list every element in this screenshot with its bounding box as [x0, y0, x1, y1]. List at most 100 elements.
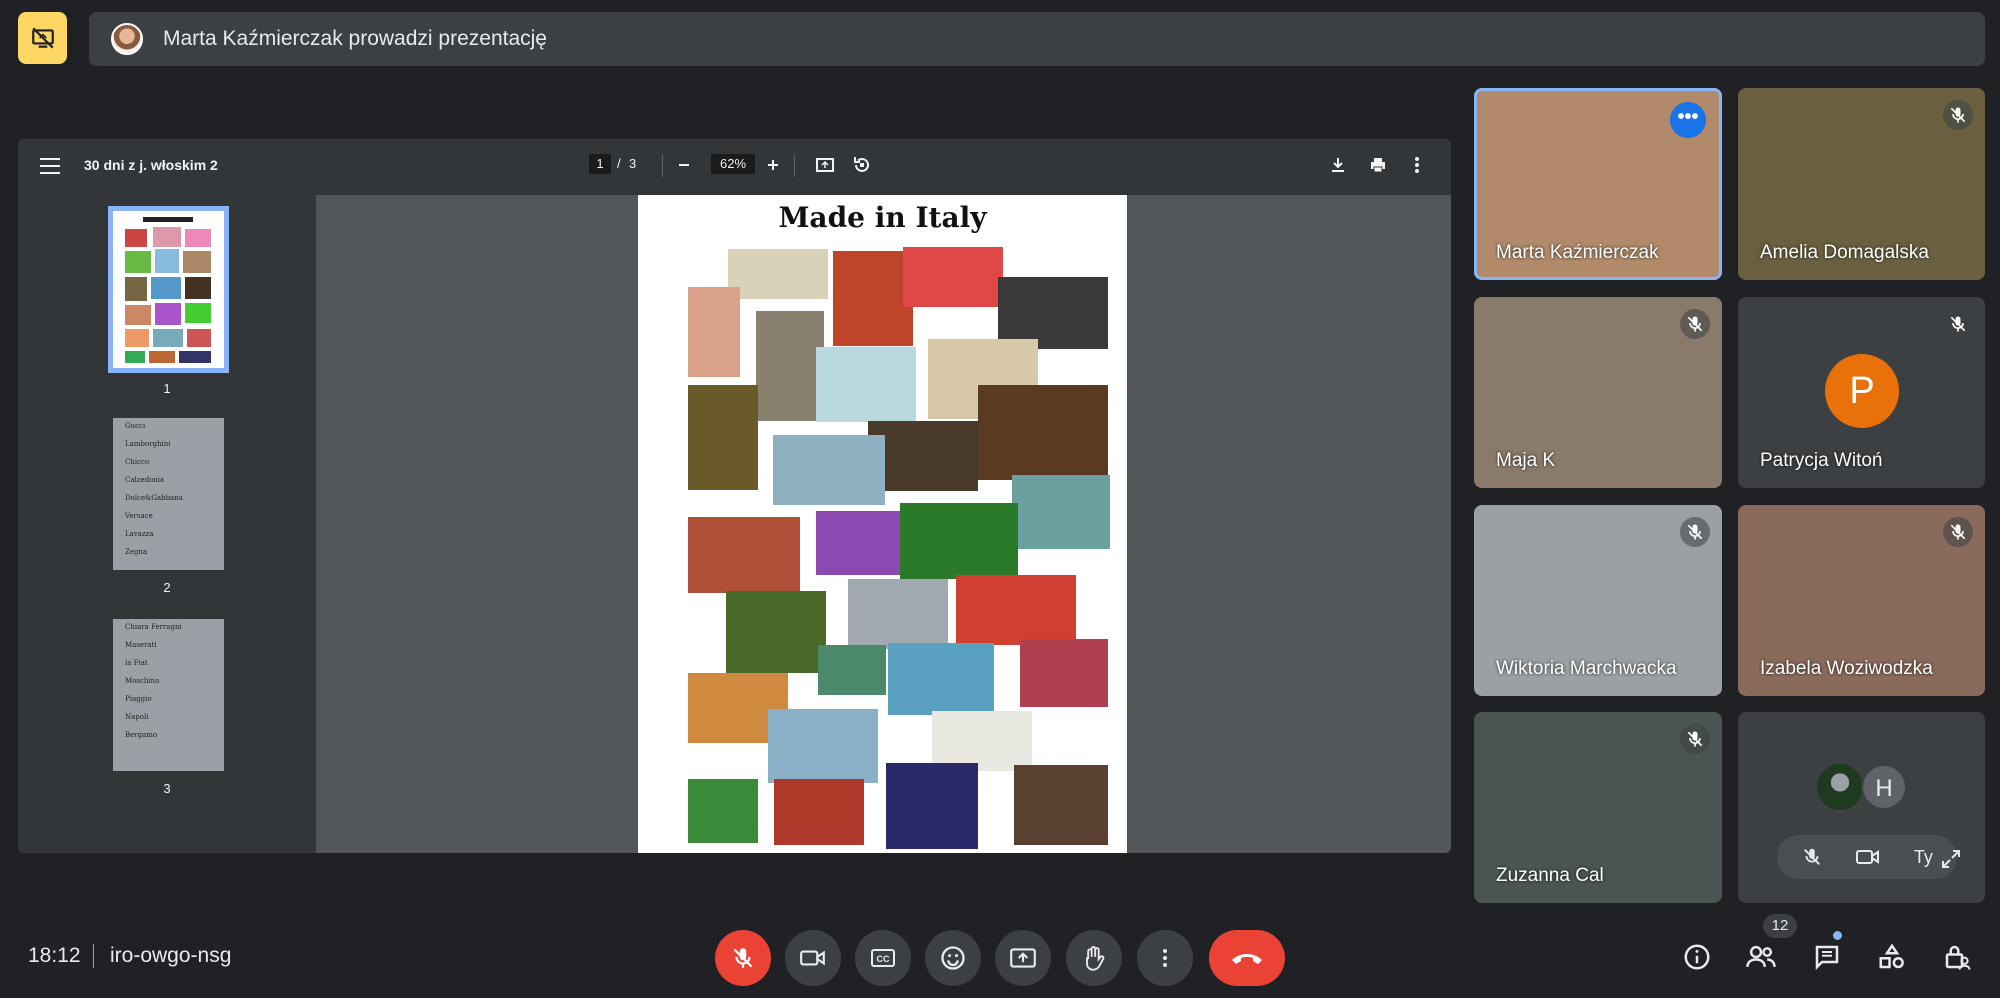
host-controls-button[interactable]: [1940, 940, 1974, 974]
thumbnail-page-2[interactable]: Gucci Lamborghini Chicco Calzedonia Dolc…: [113, 418, 224, 570]
self-tile[interactable]: H Ty: [1738, 712, 1985, 903]
thumbnail-text: Lavazza: [125, 530, 154, 538]
more-options-icon[interactable]: •••: [1670, 102, 1706, 138]
mic-off-icon: [1680, 724, 1710, 754]
thumbnail-text: la Fiat: [125, 659, 148, 667]
mic-off-icon: [1943, 517, 1973, 547]
participant-name: Izabela Woziwodzka: [1760, 658, 1933, 679]
thumbnail-text: Versace: [125, 512, 153, 520]
thumbnail-text: Dolce&Gabbana: [125, 494, 183, 502]
print-icon[interactable]: [1366, 153, 1390, 177]
mic-toggle-button[interactable]: [715, 930, 771, 986]
captions-icon: CC: [869, 946, 897, 970]
mic-off-icon[interactable]: [1801, 846, 1823, 868]
end-call-icon: [1229, 948, 1265, 968]
participant-tile[interactable]: Wiktoria Marchwacka: [1474, 505, 1722, 696]
mic-off-icon: [1680, 517, 1710, 547]
mic-off-icon: [730, 945, 756, 971]
pdf-viewer: 30 dni z j. włoskim 2 1 / 3 62% 1 Gucci …: [18, 139, 1451, 853]
meet-window: Marta Kaźmierczak prowadzi prezentację 3…: [0, 0, 2000, 998]
hand-icon: [1080, 944, 1108, 972]
participant-avatar: H: [1861, 764, 1907, 810]
fit-page-icon[interactable]: [813, 153, 837, 177]
mic-off-icon: [1943, 100, 1973, 130]
thumbnail-number: 3: [163, 781, 171, 796]
toolbar-divider: [794, 155, 795, 177]
zoom-out-icon[interactable]: [672, 153, 696, 177]
thumbnail-text: Gucci: [125, 422, 146, 430]
thumbnail-page-3[interactable]: Chiara Ferragni Maserati la Fiat Moschin…: [113, 619, 224, 771]
participant-tile[interactable]: Amelia Domagalska: [1738, 88, 1985, 280]
italy-collage-image: [688, 247, 1110, 849]
participant-avatar: [1817, 764, 1863, 810]
more-options-button[interactable]: [1137, 930, 1193, 986]
more-options-icon[interactable]: [1405, 153, 1429, 177]
pdf-title: 30 dni z j. włoskim 2: [84, 157, 218, 173]
presenter-avatar: [111, 23, 143, 55]
clock: 18:12: [28, 944, 81, 967]
participant-tile[interactable]: ••• Marta Kaźmierczak: [1474, 88, 1722, 280]
stop-presenting-icon: [30, 25, 56, 51]
toolbar-divider: [662, 155, 663, 177]
participant-name: Amelia Domagalska: [1760, 242, 1929, 263]
camera-icon[interactable]: [1855, 846, 1881, 868]
camera-toggle-button[interactable]: [785, 930, 841, 986]
stop-presenting-button[interactable]: [18, 12, 67, 64]
expand-icon[interactable]: [1939, 847, 1963, 871]
participant-tile[interactable]: P Patrycja Witoń: [1738, 297, 1985, 488]
people-icon: [1745, 942, 1777, 972]
download-icon[interactable]: [1326, 153, 1350, 177]
thumbnail-text: Calzedonia: [125, 476, 165, 484]
presenter-text: Marta Kaźmierczak prowadzi prezentację: [163, 27, 547, 50]
thumbnail-text: Zegna: [125, 548, 148, 556]
thumbnail-text: Bergamo: [125, 731, 158, 739]
present-screen-button[interactable]: [995, 930, 1051, 986]
page-separator: /: [617, 156, 621, 171]
reactions-button[interactable]: [925, 930, 981, 986]
participant-tile[interactable]: Izabela Woziwodzka: [1738, 505, 1985, 696]
meeting-code: iro-owgo-nsg: [110, 944, 232, 967]
present-screen-icon: [1008, 945, 1038, 971]
pdf-page: Made in Italy: [638, 195, 1127, 853]
presentation-banner: Marta Kaźmierczak prowadzi prezentację: [89, 12, 1985, 66]
participant-count-badge: 12: [1763, 914, 1797, 938]
participant-avatar: P: [1825, 354, 1899, 428]
pdf-toolbar: 30 dni z j. włoskim 2 1 / 3 62%: [18, 139, 1451, 195]
zoom-input[interactable]: 62%: [711, 154, 755, 174]
more-vert-icon: [1153, 946, 1177, 970]
camera-icon: [799, 946, 827, 970]
participant-name: Patrycja Witoń: [1760, 450, 1883, 471]
mic-off-icon: [1943, 309, 1973, 339]
activities-button[interactable]: [1875, 940, 1909, 974]
meeting-details-button[interactable]: [1680, 940, 1714, 974]
chat-icon: [1812, 942, 1842, 972]
svg-text:CC: CC: [877, 954, 890, 964]
activities-icon: [1877, 942, 1907, 972]
thumbnail-number: 1: [163, 381, 171, 396]
menu-icon[interactable]: [40, 156, 60, 176]
captions-button[interactable]: CC: [855, 930, 911, 986]
participant-name: Wiktoria Marchwacka: [1496, 658, 1677, 679]
thumbnail-page-1[interactable]: [108, 206, 229, 373]
participant-name: Maja K: [1496, 450, 1556, 471]
chat-button[interactable]: [1810, 940, 1844, 974]
mic-off-icon: [1680, 309, 1710, 339]
self-controls: Ty: [1777, 835, 1957, 879]
thumbnail-sidebar: 1 Gucci Lamborghini Chicco Calzedonia Do…: [18, 195, 316, 853]
self-label: Ty: [1913, 846, 1933, 867]
thumbnail-text: Chiara Ferragni: [125, 623, 182, 631]
zoom-in-icon[interactable]: [761, 153, 785, 177]
emoji-icon: [939, 944, 967, 972]
thumbnail-text: Lamborghini: [125, 440, 171, 448]
thumbnail-text: Piaggio: [125, 695, 152, 703]
raise-hand-button[interactable]: [1066, 930, 1122, 986]
participant-tile[interactable]: Zuzanna Cal: [1474, 712, 1722, 903]
rotate-icon[interactable]: [850, 153, 874, 177]
info-icon: [1682, 942, 1712, 972]
people-button[interactable]: [1744, 940, 1778, 974]
thumbnail-text: Maserati: [125, 641, 157, 649]
thumbnail-number: 2: [163, 580, 171, 595]
page-number-input[interactable]: 1: [589, 154, 611, 174]
participant-tile[interactable]: Maja K: [1474, 297, 1722, 488]
leave-call-button[interactable]: [1209, 930, 1285, 986]
